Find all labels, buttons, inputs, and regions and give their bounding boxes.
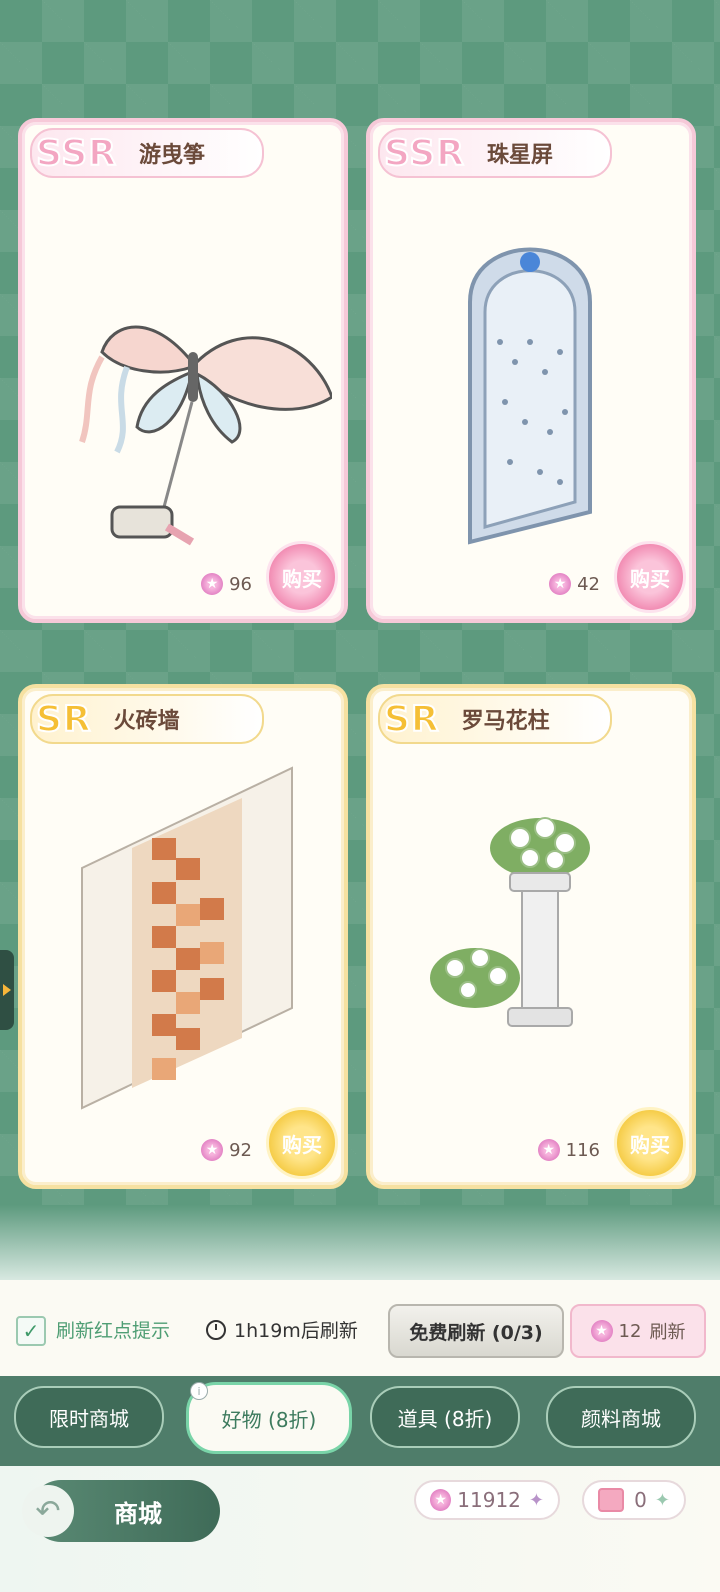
info-icon[interactable]: i	[190, 1382, 208, 1400]
paid-refresh-button[interactable]: ★ 12 刷新	[570, 1304, 706, 1358]
price-value: 92	[229, 1139, 252, 1161]
refresh-hint-label: 刷新红点提示	[56, 1320, 171, 1342]
star-gem-icon: ★	[549, 573, 572, 595]
shop-title: 商城	[114, 1499, 162, 1528]
tab-paint-shop[interactable]: 颜料商城	[546, 1386, 696, 1448]
price-value: 96	[229, 573, 252, 595]
refresh-hint-checkbox[interactable]: ✓	[16, 1316, 46, 1346]
free-refresh-button[interactable]: 免费刷新 (0/3)	[388, 1304, 564, 1358]
rarity-label: SSR	[383, 132, 465, 175]
star-gem-icon: ★	[537, 1139, 560, 1161]
roman-flower-pillar-image	[430, 817, 590, 1027]
star-gem-icon: ★	[590, 1320, 613, 1342]
star-gem-icon: ★	[201, 1139, 224, 1161]
gem-currency[interactable]: ★ 11912 ✦	[414, 1480, 560, 1520]
buy-button[interactable]: 购买	[614, 1107, 686, 1179]
clock-icon	[206, 1319, 226, 1340]
tab-items[interactable]: 道具 (8折)	[370, 1386, 520, 1448]
ticket-currency[interactable]: 0 ✦	[582, 1480, 686, 1520]
add-icon: ✦	[654, 1489, 670, 1511]
card-title-bar: SSR 珠星屏	[378, 128, 612, 178]
kite-image	[79, 325, 332, 546]
ticket-icon	[598, 1488, 625, 1512]
item-name: 火砖墙	[113, 709, 180, 734]
price-value: 42	[577, 573, 600, 595]
star-gem-icon: ★	[430, 1489, 452, 1511]
item-name: 罗马花柱	[461, 709, 550, 734]
price-tag: ★ 116	[537, 1139, 600, 1161]
back-arrow-icon: ↶	[22, 1485, 74, 1537]
paid-refresh-label: 刷新	[649, 1322, 686, 1343]
back-button[interactable]: ↶ 商城	[22, 1480, 220, 1542]
timer-text: 1h19m后刷新	[234, 1320, 358, 1342]
rarity-label: SSR	[35, 132, 117, 175]
buy-button[interactable]: 购买	[266, 541, 338, 613]
price-tag: ★ 42	[549, 573, 600, 595]
price-tag: ★ 96	[201, 573, 252, 595]
refresh-timer: 1h19m后刷新	[206, 1316, 358, 1343]
rarity-label: SR	[35, 698, 92, 741]
ticket-count: 0	[634, 1488, 647, 1512]
shop-card-3[interactable]: SR 火砖墙 ★ 92 购买	[18, 684, 348, 1189]
star-gem-icon: ★	[201, 573, 224, 595]
shop-card-4[interactable]: SR 罗马花柱 ★ 116 购买	[366, 684, 696, 1189]
tab-limited-shop[interactable]: 限时商城	[14, 1386, 164, 1448]
gem-count: 11912	[457, 1488, 521, 1512]
buy-button[interactable]: 购买	[614, 541, 686, 613]
side-drawer-handle[interactable]	[0, 950, 14, 1030]
buy-button[interactable]: 购买	[266, 1107, 338, 1179]
card-title-bar: SSR 游曳筝	[30, 128, 264, 178]
brick-wall-image	[81, 766, 293, 1110]
card-title-bar: SR 火砖墙	[30, 694, 264, 744]
rarity-label: SR	[383, 698, 440, 741]
tab-goods[interactable]: 好物 (8折)	[186, 1382, 352, 1454]
shop-card-2[interactable]: SSR 珠星屏 ★ 42 购买	[366, 118, 696, 623]
shop-card-1[interactable]: SSR 游曳筝 ★ 96 购买	[18, 118, 348, 623]
bead-screen-image	[468, 247, 592, 545]
add-icon: ✦	[528, 1489, 544, 1511]
price-tag: ★ 92	[201, 1139, 252, 1161]
item-name: 珠星屏	[486, 143, 553, 168]
decorative-vine-divider	[0, 1205, 720, 1290]
item-name: 游曳筝	[138, 143, 205, 168]
price-value: 116	[565, 1139, 600, 1161]
card-title-bar: SR 罗马花柱	[378, 694, 612, 744]
paid-refresh-cost: 12	[618, 1320, 642, 1342]
